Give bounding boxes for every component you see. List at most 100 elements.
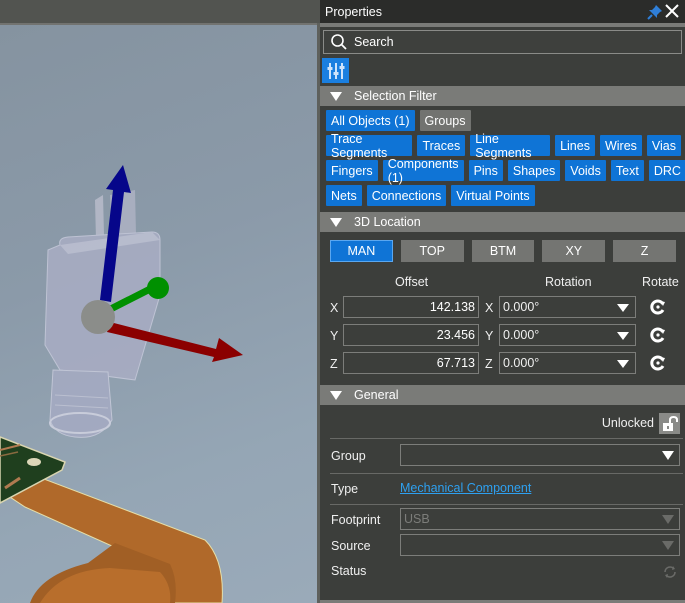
- view-button-man[interactable]: MAN: [330, 240, 393, 262]
- dropdown-arrow-icon: [662, 541, 674, 550]
- filter-chip-pins[interactable]: Pins: [468, 160, 503, 181]
- toolbar: [320, 54, 685, 86]
- source-row: Source: [320, 534, 685, 560]
- view-buttons: MAN TOP BTM XY Z: [320, 232, 685, 271]
- offset-y-input[interactable]: [343, 324, 479, 346]
- chip-row: All Objects (1) Groups: [326, 110, 681, 131]
- location-row-y: Y Y 0.000°: [320, 323, 685, 351]
- y-axis-knob[interactable]: [147, 277, 169, 299]
- filter-chip-drc[interactable]: DRC: [648, 160, 685, 181]
- dropdown-arrow-icon: [617, 304, 629, 312]
- section-title: General: [354, 388, 399, 402]
- chip-row: Fingers Components (1) Pins Shapes Voids Text…: [326, 157, 685, 185]
- rotation-y-dropdown[interactable]: 0.000°: [499, 324, 636, 346]
- filter-chip-fingers[interactable]: Fingers: [326, 160, 378, 181]
- filter-chip-line-segments[interactable]: Line Segments: [470, 132, 551, 160]
- filter-settings-button[interactable]: [322, 58, 349, 83]
- section-general[interactable]: General: [320, 385, 685, 405]
- source-dropdown[interactable]: [400, 534, 680, 556]
- unlock-icon: [662, 415, 678, 431]
- rotation-x-dropdown[interactable]: 0.000°: [499, 296, 636, 318]
- offset-axis-label: Y: [330, 329, 339, 343]
- search-input[interactable]: [354, 35, 654, 49]
- filter-chip-vias[interactable]: Vias: [646, 135, 681, 156]
- panel-titlebar: Properties: [320, 0, 685, 23]
- close-icon[interactable]: [664, 3, 680, 19]
- lock-state-label: Unlocked: [601, 416, 654, 430]
- group-dropdown[interactable]: [400, 444, 680, 466]
- view-button-z[interactable]: Z: [613, 240, 676, 262]
- view-button-btm[interactable]: BTM: [471, 240, 535, 262]
- status-row: Status: [320, 560, 685, 584]
- dropdown-arrow-icon: [662, 515, 674, 524]
- section-selection-filter[interactable]: Selection Filter: [320, 86, 685, 106]
- offset-axis-label: X: [330, 301, 339, 315]
- lock-toggle-button[interactable]: [659, 413, 680, 434]
- type-link[interactable]: Mechanical Component: [400, 481, 531, 495]
- section-3d-location[interactable]: 3D Location: [320, 212, 685, 232]
- offset-axis-label: Z: [330, 357, 338, 371]
- filter-chip-nets[interactable]: Nets: [326, 185, 362, 206]
- filter-chip-trace-segments[interactable]: Trace Segments: [326, 132, 413, 160]
- filter-chip-voids[interactable]: Voids: [565, 160, 606, 181]
- collapse-triangle-icon: [330, 390, 342, 400]
- offset-z-input[interactable]: [343, 352, 479, 374]
- footprint-label: Footprint: [331, 513, 381, 527]
- location-column-headers: Offset Rotation Rotate: [320, 271, 685, 295]
- footprint-value: USB: [404, 512, 430, 526]
- filter-chip-traces[interactable]: Traces: [417, 135, 466, 156]
- group-label: Group: [331, 449, 366, 463]
- footprint-row: Footprint USB: [320, 505, 685, 534]
- gizmo-center[interactable]: [81, 300, 115, 334]
- source-label: Source: [331, 539, 371, 553]
- dropdown-arrow-icon: [662, 451, 674, 460]
- filter-chip-components-1[interactable]: Components (1): [382, 157, 464, 185]
- collapse-triangle-icon: [330, 217, 342, 227]
- group-row: Group: [320, 439, 685, 473]
- rotate-z-icon[interactable]: [650, 355, 666, 371]
- dropdown-arrow-icon: [617, 360, 629, 368]
- filter-chip-connections[interactable]: Connections: [366, 185, 447, 206]
- rotation-value: 0.000°: [503, 300, 540, 314]
- rotate-x-icon[interactable]: [650, 299, 666, 315]
- filter-chip-text[interactable]: Text: [610, 160, 644, 181]
- status-label: Status: [331, 564, 367, 578]
- chip-row: Trace Segments Traces Line Segments Lines Wi…: [326, 132, 681, 160]
- view-button-xy[interactable]: XY: [542, 240, 606, 262]
- location-row-z: Z Z 0.000°: [320, 351, 685, 379]
- dropdown-arrow-icon: [617, 332, 629, 340]
- panel-title: Properties: [325, 4, 382, 19]
- filter-chip-virtual-points[interactable]: Virtual Points: [451, 185, 535, 206]
- offset-header: Offset: [395, 275, 429, 289]
- section-title: 3D Location: [354, 215, 421, 229]
- footprint-dropdown[interactable]: USB: [400, 508, 680, 530]
- chip-row: Nets Connections Virtual Points: [326, 185, 681, 206]
- title-separator: [320, 23, 685, 27]
- filter-chip-all-objects-1[interactable]: All Objects (1): [326, 110, 415, 131]
- filter-chip-shapes[interactable]: Shapes: [507, 160, 561, 181]
- sliders-icon: [327, 62, 344, 79]
- flex-cable: [9, 478, 223, 603]
- rotation-value: 0.000°: [503, 328, 540, 342]
- refresh-icon[interactable]: [662, 564, 678, 580]
- location-rows: X X 0.000° Y Y 0.000° Z Z 0.000°: [320, 295, 685, 379]
- 3d-viewport[interactable]: [0, 0, 320, 603]
- search-icon: [331, 34, 347, 50]
- filter-chip-groups[interactable]: Groups: [419, 110, 471, 131]
- filter-chip-wires[interactable]: Wires: [599, 135, 642, 156]
- type-row: Type Mechanical Component: [320, 474, 685, 504]
- rotation-axis-label: Y: [485, 329, 494, 343]
- pin-icon[interactable]: [647, 4, 663, 20]
- rotation-z-dropdown[interactable]: 0.000°: [499, 352, 636, 374]
- rotation-axis-label: X: [485, 301, 494, 315]
- view-button-top[interactable]: TOP: [400, 240, 464, 262]
- location-row-x: X X 0.000°: [320, 295, 685, 323]
- rotate-y-icon[interactable]: [650, 327, 666, 343]
- 3d-scene-drawing: [0, 165, 243, 603]
- search-box[interactable]: [323, 30, 682, 54]
- filter-chip-lines[interactable]: Lines: [555, 135, 595, 156]
- selection-filter-chips: All Objects (1) Groups Trace Segments Trace…: [320, 106, 685, 212]
- section-title: Selection Filter: [354, 89, 437, 103]
- rotation-header: Rotation: [545, 275, 592, 289]
- offset-x-input[interactable]: [343, 296, 479, 318]
